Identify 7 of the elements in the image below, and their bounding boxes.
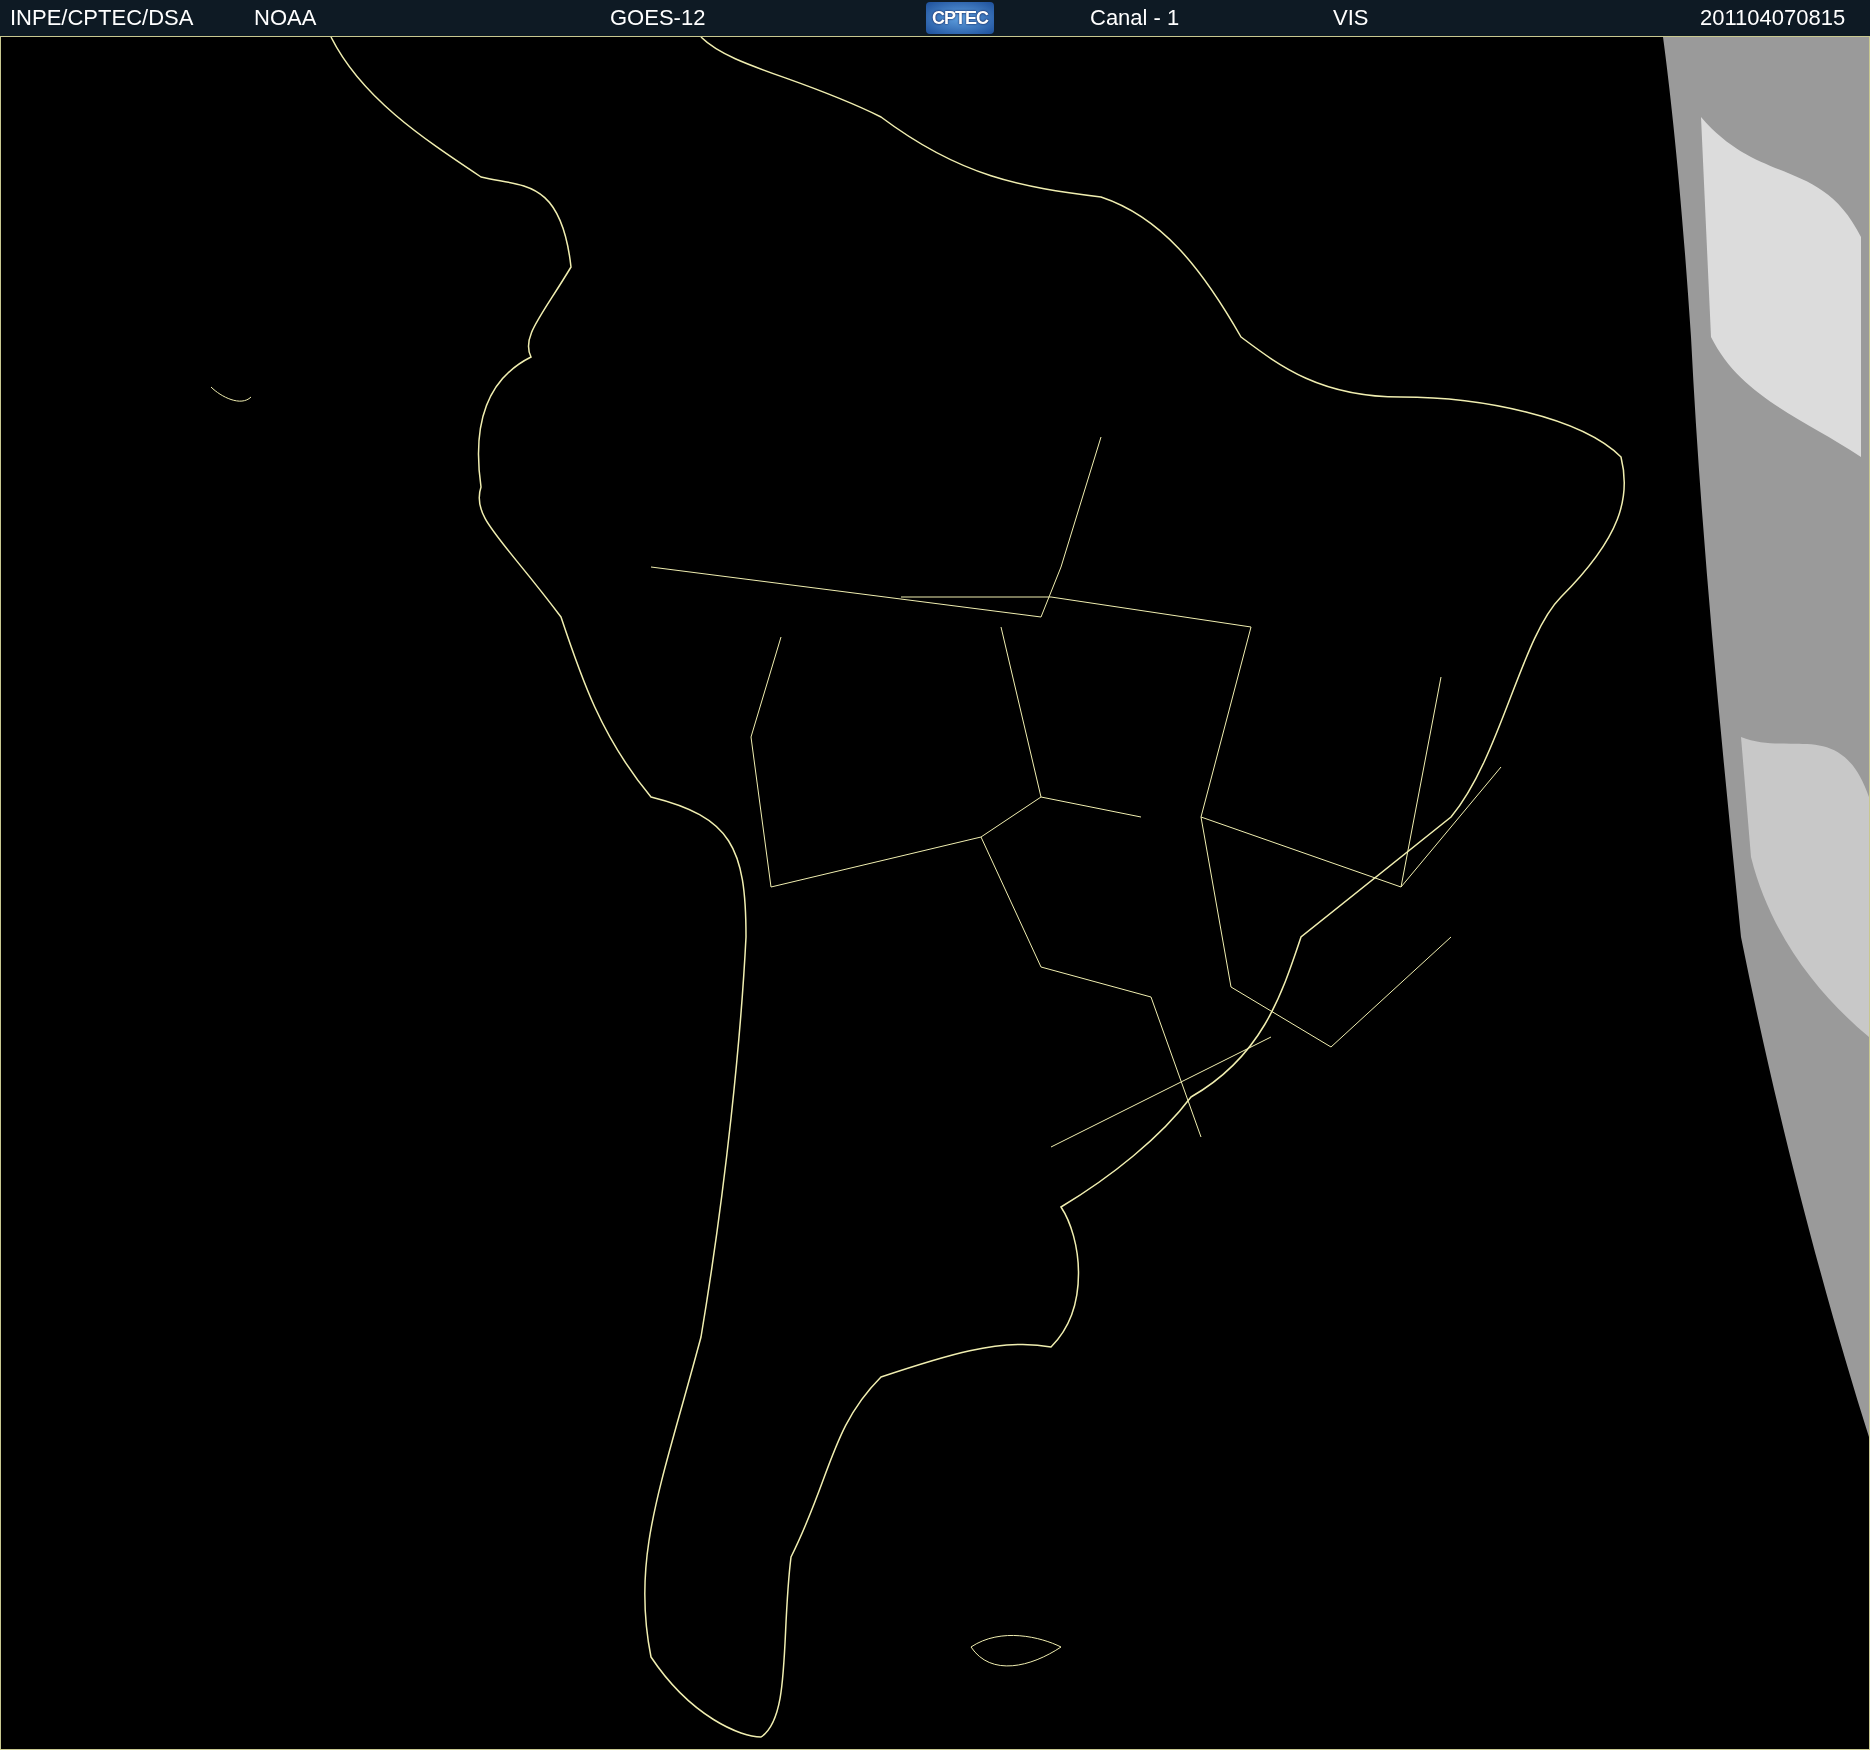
header-label: VIS — [1333, 5, 1370, 31]
header-label: INPE/CPTEC/DSA — [10, 5, 195, 31]
header-label: 201104070815 — [1700, 5, 1847, 31]
header-label: NOAA — [254, 5, 318, 31]
logo: CPTEC — [926, 2, 994, 34]
header-label: Canal - 1 — [1090, 5, 1181, 31]
header-label: GOES-12 — [610, 5, 707, 31]
